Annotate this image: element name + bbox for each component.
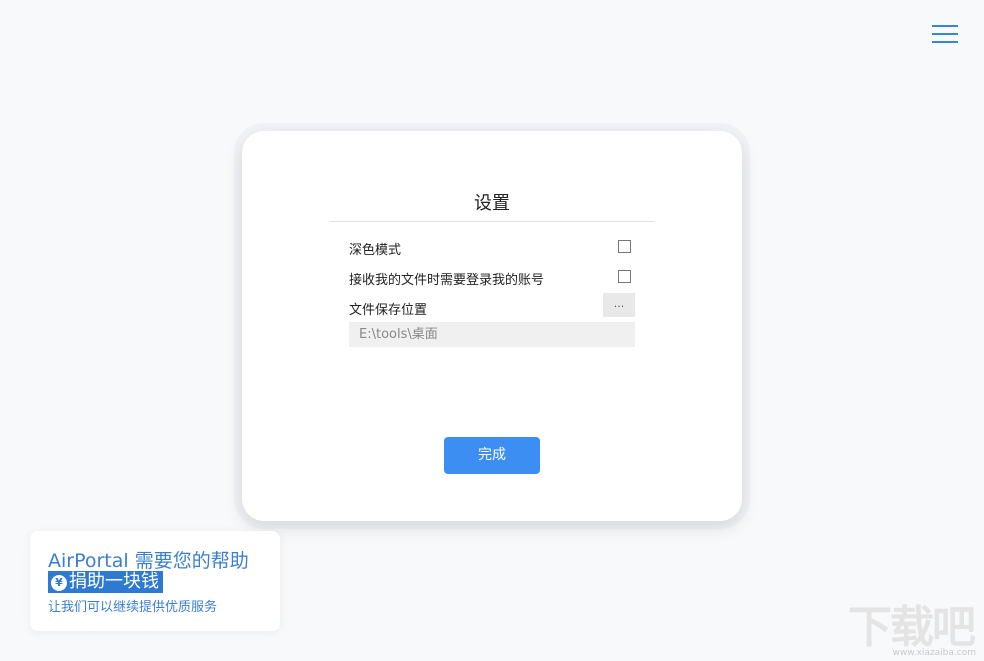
save-location-row: 文件保存位置 ... [349,293,635,319]
yen-icon: ¥ [51,575,67,591]
watermark-logo: 下载吧 www.xiazaiba.com [848,602,978,659]
require-login-row: 接收我的文件时需要登录我的账号 [349,265,635,289]
done-button[interactable]: 完成 [444,437,540,474]
require-login-checkbox[interactable] [618,270,631,283]
menu-line [932,33,958,35]
watermark-logo-text: 下载吧 [848,602,976,653]
hamburger-menu-button[interactable] [932,24,960,46]
donate-button[interactable]: ¥ 捐助一块钱 [48,571,163,593]
save-path-field[interactable]: E:\tools\桌面 [349,322,635,347]
donate-title: AirPortal 需要您的帮助 [48,550,249,572]
require-login-label: 接收我的文件时需要登录我的账号 [349,273,545,288]
settings-dialog: 设置 深色模式 接收我的文件时需要登录我的账号 文件保存位置 ... E:\to… [242,131,742,521]
dark-mode-checkbox[interactable] [618,240,631,253]
donate-button-label: 捐助一块钱 [69,571,159,592]
app-window: 设置 深色模式 接收我的文件时需要登录我的账号 文件保存位置 ... E:\to… [0,0,984,661]
browse-folder-button[interactable]: ... [603,293,635,317]
menu-line [932,25,958,27]
settings-title: 设置 [474,193,510,214]
dark-mode-row: 深色模式 [349,235,635,259]
title-divider [329,221,655,222]
dark-mode-label: 深色模式 [349,243,402,258]
donate-card: AirPortal 需要您的帮助 ¥ 捐助一块钱 让我们可以继续提供优质服务 [30,531,280,631]
watermark-url: www.xiazaiba.com [892,648,976,658]
menu-line [932,41,958,43]
save-location-label: 文件保存位置 [349,303,428,318]
donate-subtitle: 让我们可以继续提供优质服务 [48,600,218,615]
